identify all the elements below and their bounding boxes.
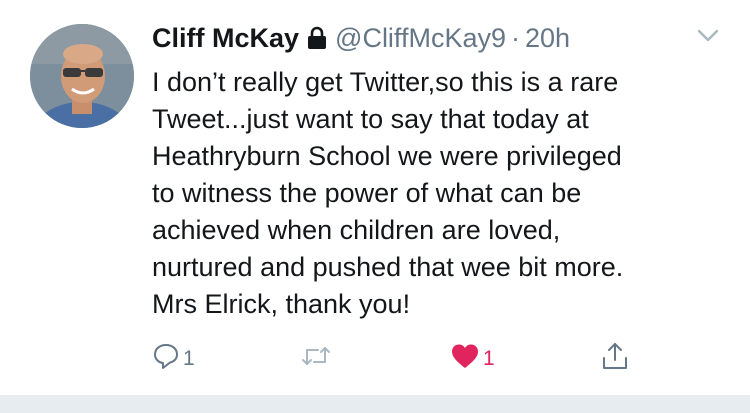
like-count: 1 (483, 346, 495, 370)
tweet-actions: 1 1 (152, 342, 652, 374)
reply-count: 1 (183, 346, 195, 370)
separator-dot: · (510, 22, 520, 53)
reply-icon (152, 342, 180, 375)
tweet-text: I don’t really get Twitter,so this is a … (152, 67, 624, 319)
retweet-button[interactable] (300, 342, 335, 374)
tweet-card[interactable]: Cliff McKay @CliffMcKay9 · 20h I don’t r… (0, 0, 750, 395)
tweet-header: Cliff McKay @CliffMcKay9 · 20h (152, 18, 570, 58)
avatar[interactable] (30, 24, 134, 128)
timestamp[interactable]: 20h (525, 23, 570, 54)
heart-icon (450, 342, 480, 375)
like-button[interactable]: 1 (450, 342, 495, 374)
divider-bar (0, 395, 750, 413)
lock-icon (307, 26, 327, 50)
share-button[interactable] (600, 342, 630, 374)
reply-button[interactable]: 1 (152, 342, 195, 374)
display-name[interactable]: Cliff McKay (152, 23, 299, 54)
avatar-image (30, 24, 134, 128)
share-icon (600, 341, 630, 376)
retweet-icon (300, 342, 332, 375)
chevron-down-icon[interactable] (696, 28, 720, 44)
user-handle[interactable]: @CliffMcKay9 (335, 23, 506, 54)
